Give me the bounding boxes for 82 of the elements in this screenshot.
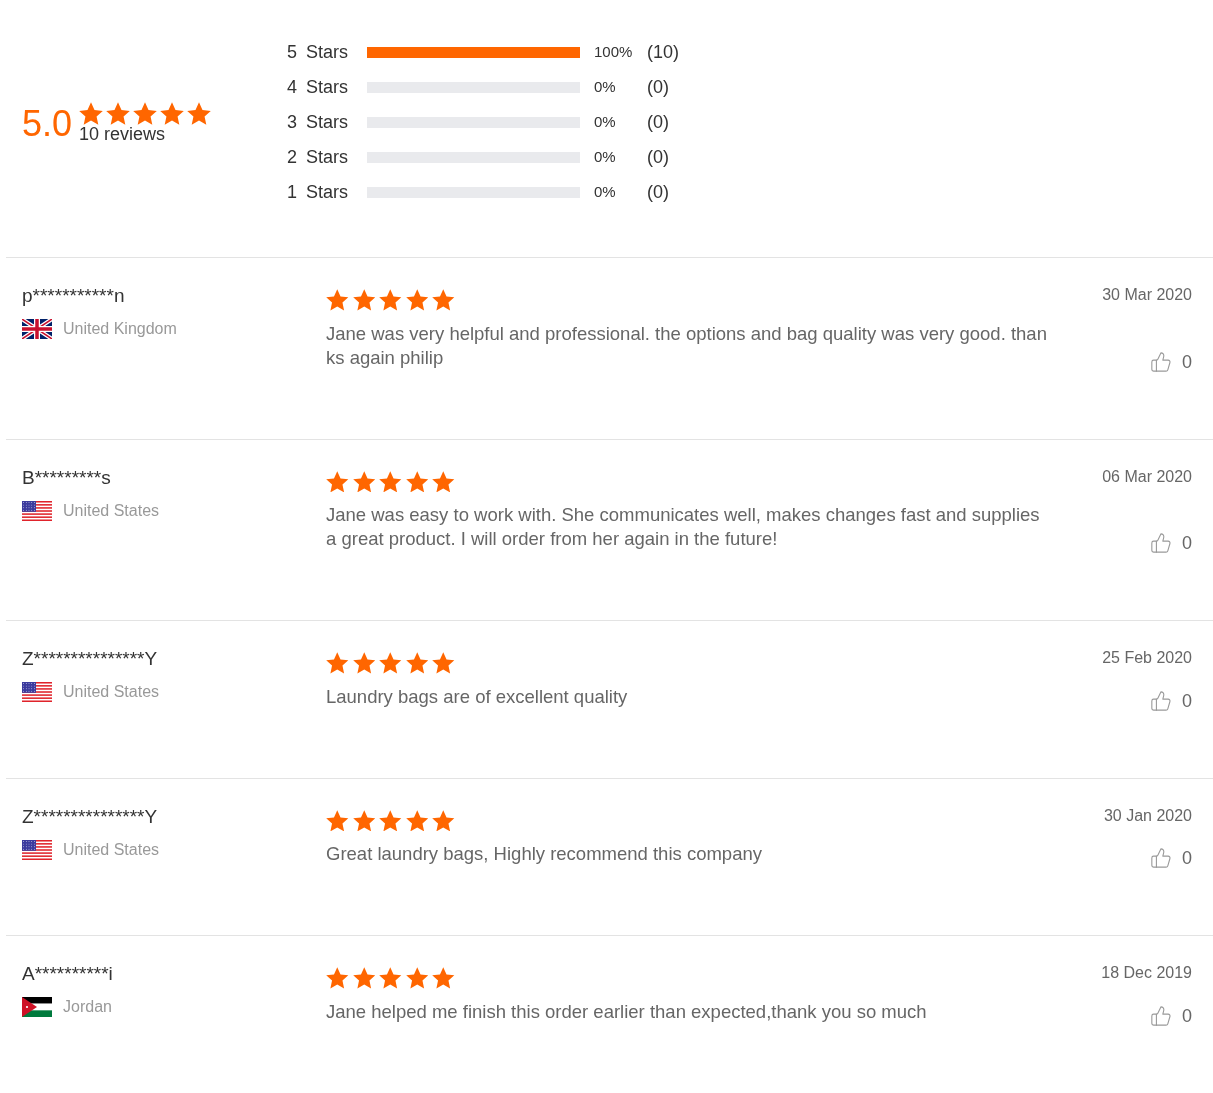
reviewer-country: United Kingdom [63,319,177,339]
rating-count: (0) [647,146,669,169]
star-icon [379,809,402,831]
rating-count: (0) [647,111,669,134]
thumbs-up-icon [1150,532,1172,554]
star-level-label: 3 Stars [287,111,350,134]
star-icon [106,101,131,125]
review-date: 06 Mar 2020 [1102,466,1192,487]
star-level-label: 4 Stars [287,76,350,99]
star-icon [133,101,158,125]
percent-value: 0% [594,147,617,168]
reviewer-name: A**********i [22,962,113,986]
thumbs-up-icon [1150,689,1172,712]
reviewer-country: Jordan [63,997,112,1017]
reviewer-country: United States [63,500,160,521]
star-icon [326,809,349,831]
star-icon [352,652,375,674]
star-icon [326,967,349,989]
reviewer-country: United States [63,839,160,860]
like-button[interactable]: 0 [1150,688,1192,713]
percent-value: 0% [594,112,617,133]
like-button[interactable]: 0 [1150,1003,1192,1028]
like-button[interactable]: 0 [1150,349,1192,374]
star-icon [405,967,428,989]
average-rating: 5.0 [22,103,73,144]
star-icon [432,809,455,831]
thumbs-up-icon [1150,847,1172,869]
us-flag-icon [22,682,52,702]
star-icon [432,470,455,492]
star-icon [405,652,428,674]
review-text: Laundry bags are of excellent quality [326,684,628,709]
star-icon [432,652,455,674]
review-count: 10 reviews [79,123,166,144]
review-date: 30 Mar 2020 [1102,285,1192,305]
star-icon [352,809,375,831]
star-icon [379,289,402,311]
star-icon [432,289,455,311]
reviewer-name: B*********s [22,465,111,490]
star-icon [352,289,375,311]
uk-flag-icon [22,319,52,339]
review-text: Jane was easy to work with. She communicates well, makes changes fast and supplies a great product. I will order from her again in the future! [326,503,1040,551]
star-level-label: 5 Stars [287,41,350,64]
star-icon [405,470,428,492]
star-level-label: 2 Stars [287,146,350,169]
rating-count: (0) [647,76,669,99]
percent-value: 0% [594,77,617,98]
like-button[interactable]: 0 [1150,846,1192,870]
star-icon [432,967,455,989]
rating-count: (0) [647,181,669,204]
star-icon [326,470,349,492]
reviewer-name: p***********n [22,284,125,308]
like-button[interactable]: 0 [1150,531,1192,555]
thumbs-up-icon [1150,350,1172,373]
review-date: 30 Jan 2020 [1103,805,1192,826]
star-icon [405,809,428,831]
star-icon [379,967,402,989]
star-icon [352,470,375,492]
star-icon [187,101,212,125]
review-text: Jane was very helpful and professional. the options and bag quality was very good. than ks again philip [326,321,1047,370]
review-date: 18 Dec 2019 [1101,963,1192,983]
jordan-flag-icon [22,997,52,1017]
reviewer-name: Z***************Y [22,647,158,671]
star-level-label: 1 Stars [287,181,350,204]
thumbs-up-icon [1150,1004,1172,1027]
percent-value: 100% [594,42,634,63]
star-icon [160,101,185,125]
percent-value: 0% [594,182,617,203]
star-icon [352,967,375,989]
review-date: 25 Feb 2020 [1102,648,1192,668]
star-icon [405,289,428,311]
reviewer-country: United States [63,682,160,702]
star-icon [379,652,402,674]
review-text: Jane helped me finish this order earlier than expected,thank you so much [326,999,927,1024]
star-icon [326,652,349,674]
us-flag-icon [22,500,52,521]
reviewer-name: Z***************Y [22,804,158,829]
star-icon [79,101,104,125]
star-icon [326,289,349,311]
star-icon [379,470,402,492]
us-flag-icon [22,839,52,860]
review-text: Great laundry bags, Highly recommend this company [326,842,762,866]
rating-count: (10) [647,41,679,64]
